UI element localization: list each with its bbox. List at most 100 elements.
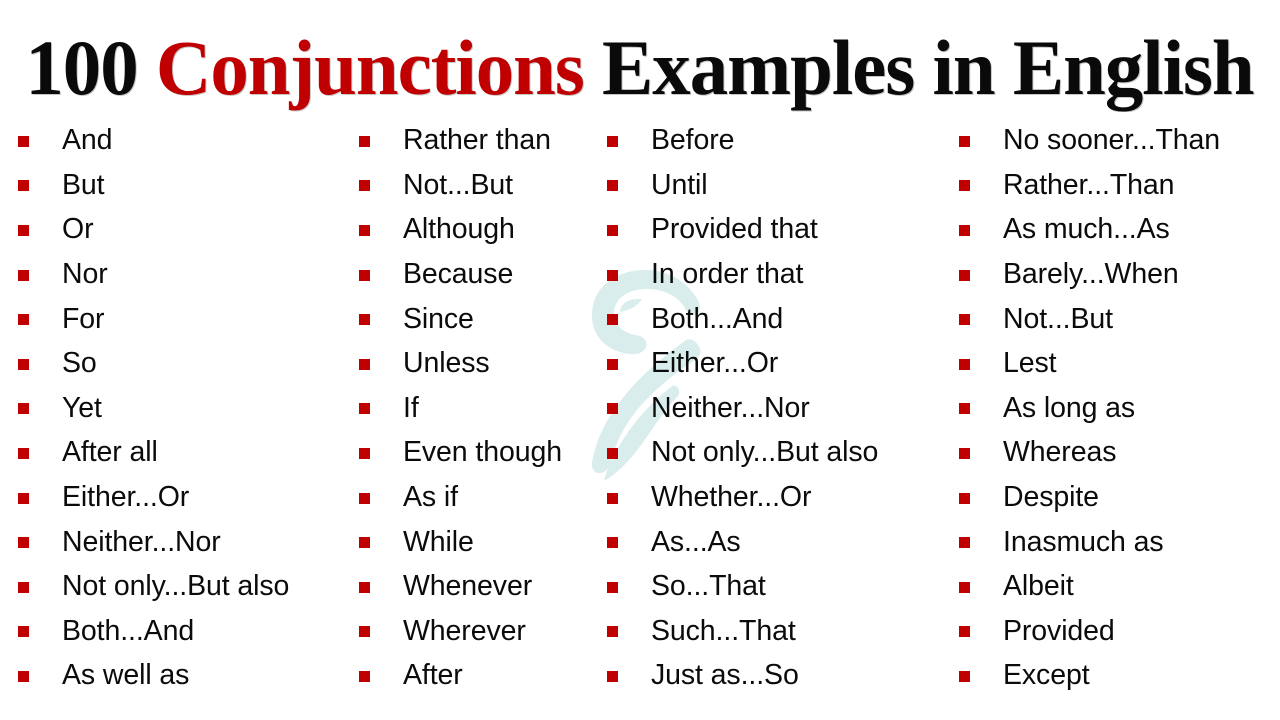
list-item-label: As much...As <box>1003 213 1170 246</box>
square-bullet-icon <box>18 537 29 549</box>
square-bullet-icon <box>607 537 618 549</box>
list-item[interactable]: So <box>18 341 364 386</box>
square-bullet-icon <box>359 537 370 549</box>
list-item-label: Neither...Nor <box>62 525 221 558</box>
square-bullet-icon <box>959 224 970 236</box>
list-item-label: Rather...Than <box>1003 168 1175 201</box>
list-column-2-items: Rather than Not...But Although Because S… <box>359 118 611 698</box>
list-item[interactable]: Unless <box>359 341 611 386</box>
page-title-keyword: Conjunctions <box>156 24 585 111</box>
list-item[interactable]: Either...Or <box>607 341 963 386</box>
list-item[interactable]: Wherever <box>359 609 611 654</box>
square-bullet-icon <box>607 224 618 236</box>
list-item[interactable]: Both...And <box>18 609 364 654</box>
list-item[interactable]: Albeit <box>959 564 1279 609</box>
list-item[interactable]: Despite <box>959 475 1279 520</box>
list-item[interactable]: Although <box>359 207 611 252</box>
list-item[interactable]: As if <box>359 475 611 520</box>
list-item-label: Both...And <box>62 614 195 647</box>
square-bullet-icon <box>18 135 29 147</box>
square-bullet-icon <box>959 269 970 281</box>
list-item[interactable]: Until <box>607 163 963 208</box>
list-item[interactable]: Since <box>359 296 611 341</box>
list-item-label: As...As <box>651 525 741 558</box>
list-item[interactable]: Not...But <box>359 163 611 208</box>
square-bullet-icon <box>607 314 618 326</box>
page-title-suffix: Examples in English <box>584 24 1256 111</box>
list-item[interactable]: Provided <box>959 609 1279 654</box>
list-item-label: So <box>62 347 97 380</box>
list-item[interactable]: Before <box>607 118 963 163</box>
square-bullet-icon <box>18 180 29 192</box>
list-item[interactable]: Barely...When <box>959 252 1279 297</box>
list-item[interactable]: Even though <box>359 430 611 475</box>
list-item[interactable]: As well as <box>18 653 364 698</box>
list-item[interactable]: Not...But <box>959 296 1279 341</box>
list-item[interactable]: If <box>359 386 611 431</box>
list-item-label: Provided that <box>651 213 818 246</box>
list-item[interactable]: Rather than <box>359 118 611 163</box>
list-item[interactable]: No sooner...Than <box>959 118 1279 163</box>
list-item[interactable]: And <box>18 118 364 163</box>
list-item[interactable]: Both...And <box>607 296 963 341</box>
list-item[interactable]: Such...That <box>607 609 963 654</box>
square-bullet-icon <box>607 447 618 459</box>
list-item[interactable]: As...As <box>607 519 963 564</box>
list-item-label: Despite <box>1003 481 1099 514</box>
square-bullet-icon <box>959 180 970 192</box>
square-bullet-icon <box>959 314 970 326</box>
list-item-label: As long as <box>1003 391 1136 424</box>
list-item-label: Before <box>651 124 735 157</box>
list-item[interactable]: Not only...But also <box>607 430 963 475</box>
square-bullet-icon <box>607 626 618 638</box>
list-item[interactable]: Rather...Than <box>959 163 1279 208</box>
list-item[interactable]: As long as <box>959 386 1279 431</box>
square-bullet-icon <box>18 403 29 415</box>
square-bullet-icon <box>959 447 970 459</box>
list-column-3-items: Before Until Provided that In order that… <box>607 118 963 698</box>
list-item[interactable]: Nor <box>18 252 364 297</box>
list-item[interactable]: Neither...Nor <box>18 519 364 564</box>
list-item[interactable]: Except <box>959 653 1279 698</box>
list-item[interactable]: As much...As <box>959 207 1279 252</box>
list-item[interactable]: Or <box>18 207 364 252</box>
list-item[interactable]: Either...Or <box>18 475 364 520</box>
list-item[interactable]: Not only...But also <box>18 564 364 609</box>
square-bullet-icon <box>607 492 618 504</box>
list-item[interactable]: Inasmuch as <box>959 519 1279 564</box>
list-item[interactable]: Whether...Or <box>607 475 963 520</box>
list-item-label: Although <box>403 213 515 246</box>
list-item[interactable]: Just as...So <box>607 653 963 698</box>
list-item[interactable]: Whereas <box>959 430 1279 475</box>
list-item[interactable]: In order that <box>607 252 963 297</box>
list-item-label: Whenever <box>403 570 533 603</box>
list-item[interactable]: But <box>18 163 364 208</box>
list-item[interactable]: For <box>18 296 364 341</box>
list-item[interactable]: Whenever <box>359 564 611 609</box>
square-bullet-icon <box>18 492 29 504</box>
square-bullet-icon <box>607 269 618 281</box>
list-item[interactable]: Lest <box>959 341 1279 386</box>
list-item-label: After all <box>62 436 158 469</box>
list-item-label: Yet <box>62 391 102 424</box>
square-bullet-icon <box>359 314 370 326</box>
list-item-label: Both...And <box>651 302 784 335</box>
list-item-label: While <box>403 525 474 558</box>
list-item[interactable]: Provided that <box>607 207 963 252</box>
list-item-label: Provided <box>1003 614 1115 647</box>
list-item[interactable]: So...That <box>607 564 963 609</box>
list-item[interactable]: Because <box>359 252 611 297</box>
list-item[interactable]: Neither...Nor <box>607 386 963 431</box>
list-item-label: Since <box>403 302 474 335</box>
list-item[interactable]: After all <box>18 430 364 475</box>
list-item[interactable]: While <box>359 519 611 564</box>
list-item-label: If <box>403 391 419 424</box>
list-item-label: Barely...When <box>1003 258 1179 291</box>
list-item-label: Either...Or <box>651 347 779 380</box>
square-bullet-icon <box>607 403 618 415</box>
list-item-label: But <box>62 168 105 201</box>
square-bullet-icon <box>18 626 29 638</box>
list-item[interactable]: Yet <box>18 386 364 431</box>
list-item-label: As if <box>403 481 458 514</box>
list-item[interactable]: After <box>359 653 611 698</box>
